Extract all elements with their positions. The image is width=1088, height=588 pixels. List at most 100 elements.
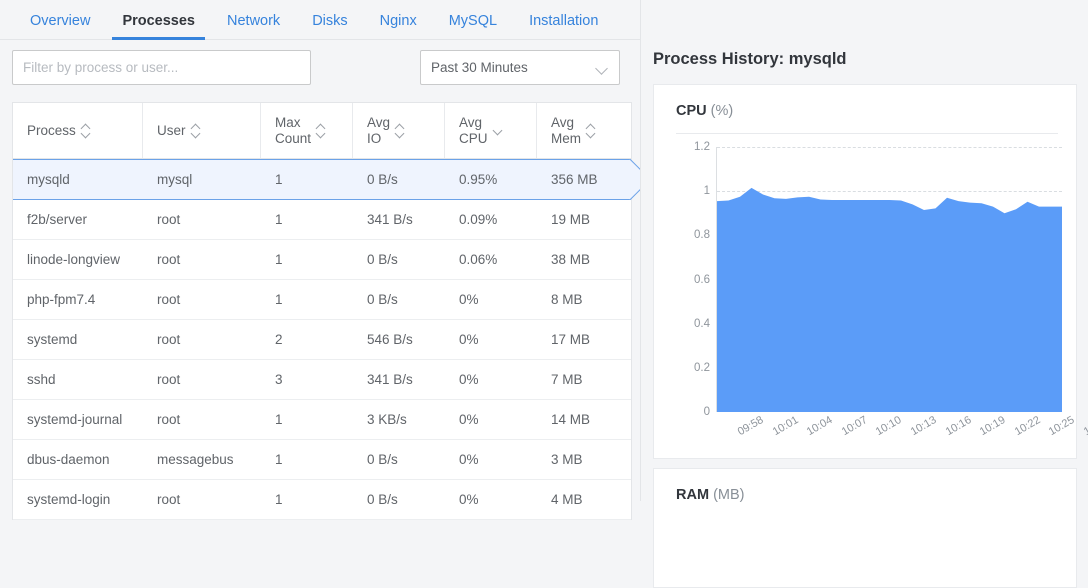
tab-network[interactable]: Network: [211, 14, 296, 40]
table-row[interactable]: systemdroot2546 B/s0%17 MB: [13, 320, 631, 360]
x-tick-label: 10:28: [1082, 414, 1088, 438]
cell-user: root: [143, 320, 261, 359]
process-detail-panel: Process History: mysqld CPU (%) 00.20.40…: [640, 0, 1088, 501]
cell-process: systemd-journal: [13, 400, 143, 439]
x-tick-label: 09:58: [736, 414, 766, 438]
table-row[interactable]: systemd-loginroot10 B/s0%4 MB: [13, 480, 631, 520]
cell-avg-cpu: 0.06%: [445, 240, 537, 279]
y-tick-label: 0.8: [694, 229, 710, 241]
table-row[interactable]: sshdroot3341 B/s0%7 MB: [13, 360, 631, 400]
column-label: Max Count: [275, 115, 311, 146]
cell-avg-io: 0 B/s: [353, 480, 445, 519]
column-header-avg-cpu[interactable]: Avg CPU: [445, 103, 537, 158]
cell-user: mysql: [143, 160, 261, 199]
y-tick-label: 0.2: [694, 362, 710, 374]
cell-avg-io: 0 B/s: [353, 440, 445, 479]
cell-avg-cpu: 0%: [445, 480, 537, 519]
table-row[interactable]: php-fpm7.4root10 B/s0%8 MB: [13, 280, 631, 320]
column-label: Avg IO: [367, 115, 390, 146]
tab-installation[interactable]: Installation: [513, 14, 614, 40]
cell-user: messagebus: [143, 440, 261, 479]
table-row[interactable]: linode-longviewroot10 B/s0.06%38 MB: [13, 240, 631, 280]
cell-process: f2b/server: [13, 200, 143, 239]
cell-process: systemd-login: [13, 480, 143, 519]
table-row[interactable]: dbus-daemonmessagebus10 B/s0%3 MB: [13, 440, 631, 480]
cell-max-count: 1: [261, 240, 353, 279]
y-axis-labels: 00.20.40.60.811.2: [676, 147, 710, 412]
cell-avg-cpu: 0%: [445, 280, 537, 319]
column-header-avg-mem[interactable]: Avg Mem: [537, 103, 631, 158]
cell-avg-io: 546 B/s: [353, 320, 445, 359]
chevron-down-icon: [596, 61, 609, 74]
y-tick-label: 1: [704, 185, 710, 197]
cell-avg-mem: 4 MB: [537, 480, 631, 519]
tab-disks[interactable]: Disks: [296, 14, 363, 40]
x-tick-label: 10:01: [770, 414, 800, 438]
cell-max-count: 1: [261, 400, 353, 439]
cell-user: root: [143, 400, 261, 439]
table-header-row: Process User Max Count Avg IO Avg CPU: [13, 103, 631, 159]
cell-avg-mem: 14 MB: [537, 400, 631, 439]
cell-process: sshd: [13, 360, 143, 399]
column-label: User: [157, 123, 186, 139]
x-tick-label: 10:07: [839, 414, 869, 438]
cell-avg-mem: 7 MB: [537, 360, 631, 399]
cell-user: root: [143, 480, 261, 519]
page-title: Process History: mysqld: [653, 50, 847, 69]
tab-mysql[interactable]: MySQL: [433, 14, 513, 40]
cell-process: linode-longview: [13, 240, 143, 279]
cell-avg-io: 341 B/s: [353, 200, 445, 239]
cell-process: dbus-daemon: [13, 440, 143, 479]
y-tick-label: 1.2: [694, 141, 710, 153]
cell-user: root: [143, 240, 261, 279]
tab-nginx[interactable]: Nginx: [364, 14, 433, 40]
cell-max-count: 1: [261, 440, 353, 479]
cell-user: root: [143, 360, 261, 399]
cell-max-count: 1: [261, 480, 353, 519]
cell-max-count: 1: [261, 200, 353, 239]
cpu-metric-label: CPU: [676, 103, 707, 119]
column-header-max-count[interactable]: Max Count: [261, 103, 353, 158]
plot-area: [716, 147, 1062, 412]
column-header-process[interactable]: Process: [13, 103, 143, 158]
cell-avg-io: 0 B/s: [353, 280, 445, 319]
sort-icon: [192, 123, 203, 139]
tab-processes[interactable]: Processes: [106, 14, 211, 40]
cpu-area-chart[interactable]: 00.20.40.60.811.2 09:5810:0110:0410:0710…: [676, 147, 1066, 447]
column-label-line2: Count: [275, 131, 311, 146]
y-tick-label: 0.6: [694, 274, 710, 286]
cell-process: php-fpm7.4: [13, 280, 143, 319]
cell-avg-io: 0 B/s: [353, 160, 445, 199]
column-label-line1: Max: [275, 115, 301, 130]
table-row[interactable]: systemd-journalroot13 KB/s0%14 MB: [13, 400, 631, 440]
cpu-chart-title: CPU (%): [676, 103, 733, 119]
cell-user: root: [143, 200, 261, 239]
cell-avg-io: 341 B/s: [353, 360, 445, 399]
column-header-avg-io[interactable]: Avg IO: [353, 103, 445, 158]
table-body: mysqldmysql10 B/s0.95%356 MBf2b/serverro…: [13, 159, 631, 520]
cpu-chart-card: CPU (%) 00.20.40.60.811.2 09:5810:0110:0…: [653, 84, 1077, 459]
x-tick-label: 10:22: [1012, 414, 1042, 438]
process-table: Process User Max Count Avg IO Avg CPU: [12, 102, 632, 520]
ram-chart-card: RAM (MB): [653, 468, 1077, 588]
x-tick-label: 10:25: [1047, 414, 1077, 438]
table-row[interactable]: mysqldmysql10 B/s0.95%356 MB: [13, 159, 631, 200]
search-input[interactable]: [12, 50, 311, 85]
column-label-line2: Mem: [551, 131, 581, 146]
chart-svg: [717, 147, 1062, 412]
table-row[interactable]: f2b/serverroot1341 B/s0.09%19 MB: [13, 200, 631, 240]
tab-overview[interactable]: Overview: [14, 14, 106, 40]
tab-bar: Overview Processes Network Disks Nginx M…: [0, 0, 640, 40]
cell-avg-cpu: 0%: [445, 400, 537, 439]
cell-max-count: 1: [261, 160, 353, 199]
cell-user: root: [143, 280, 261, 319]
x-tick-label: 10:13: [909, 414, 939, 438]
cell-max-count: 3: [261, 360, 353, 399]
column-label-line2: IO: [367, 131, 381, 146]
cell-process: systemd: [13, 320, 143, 359]
time-range-select[interactable]: Past 30 Minutes: [420, 50, 620, 85]
column-label: Process: [27, 123, 76, 139]
column-label: Avg Mem: [551, 115, 581, 146]
column-header-user[interactable]: User: [143, 103, 261, 158]
cell-avg-io: 0 B/s: [353, 240, 445, 279]
